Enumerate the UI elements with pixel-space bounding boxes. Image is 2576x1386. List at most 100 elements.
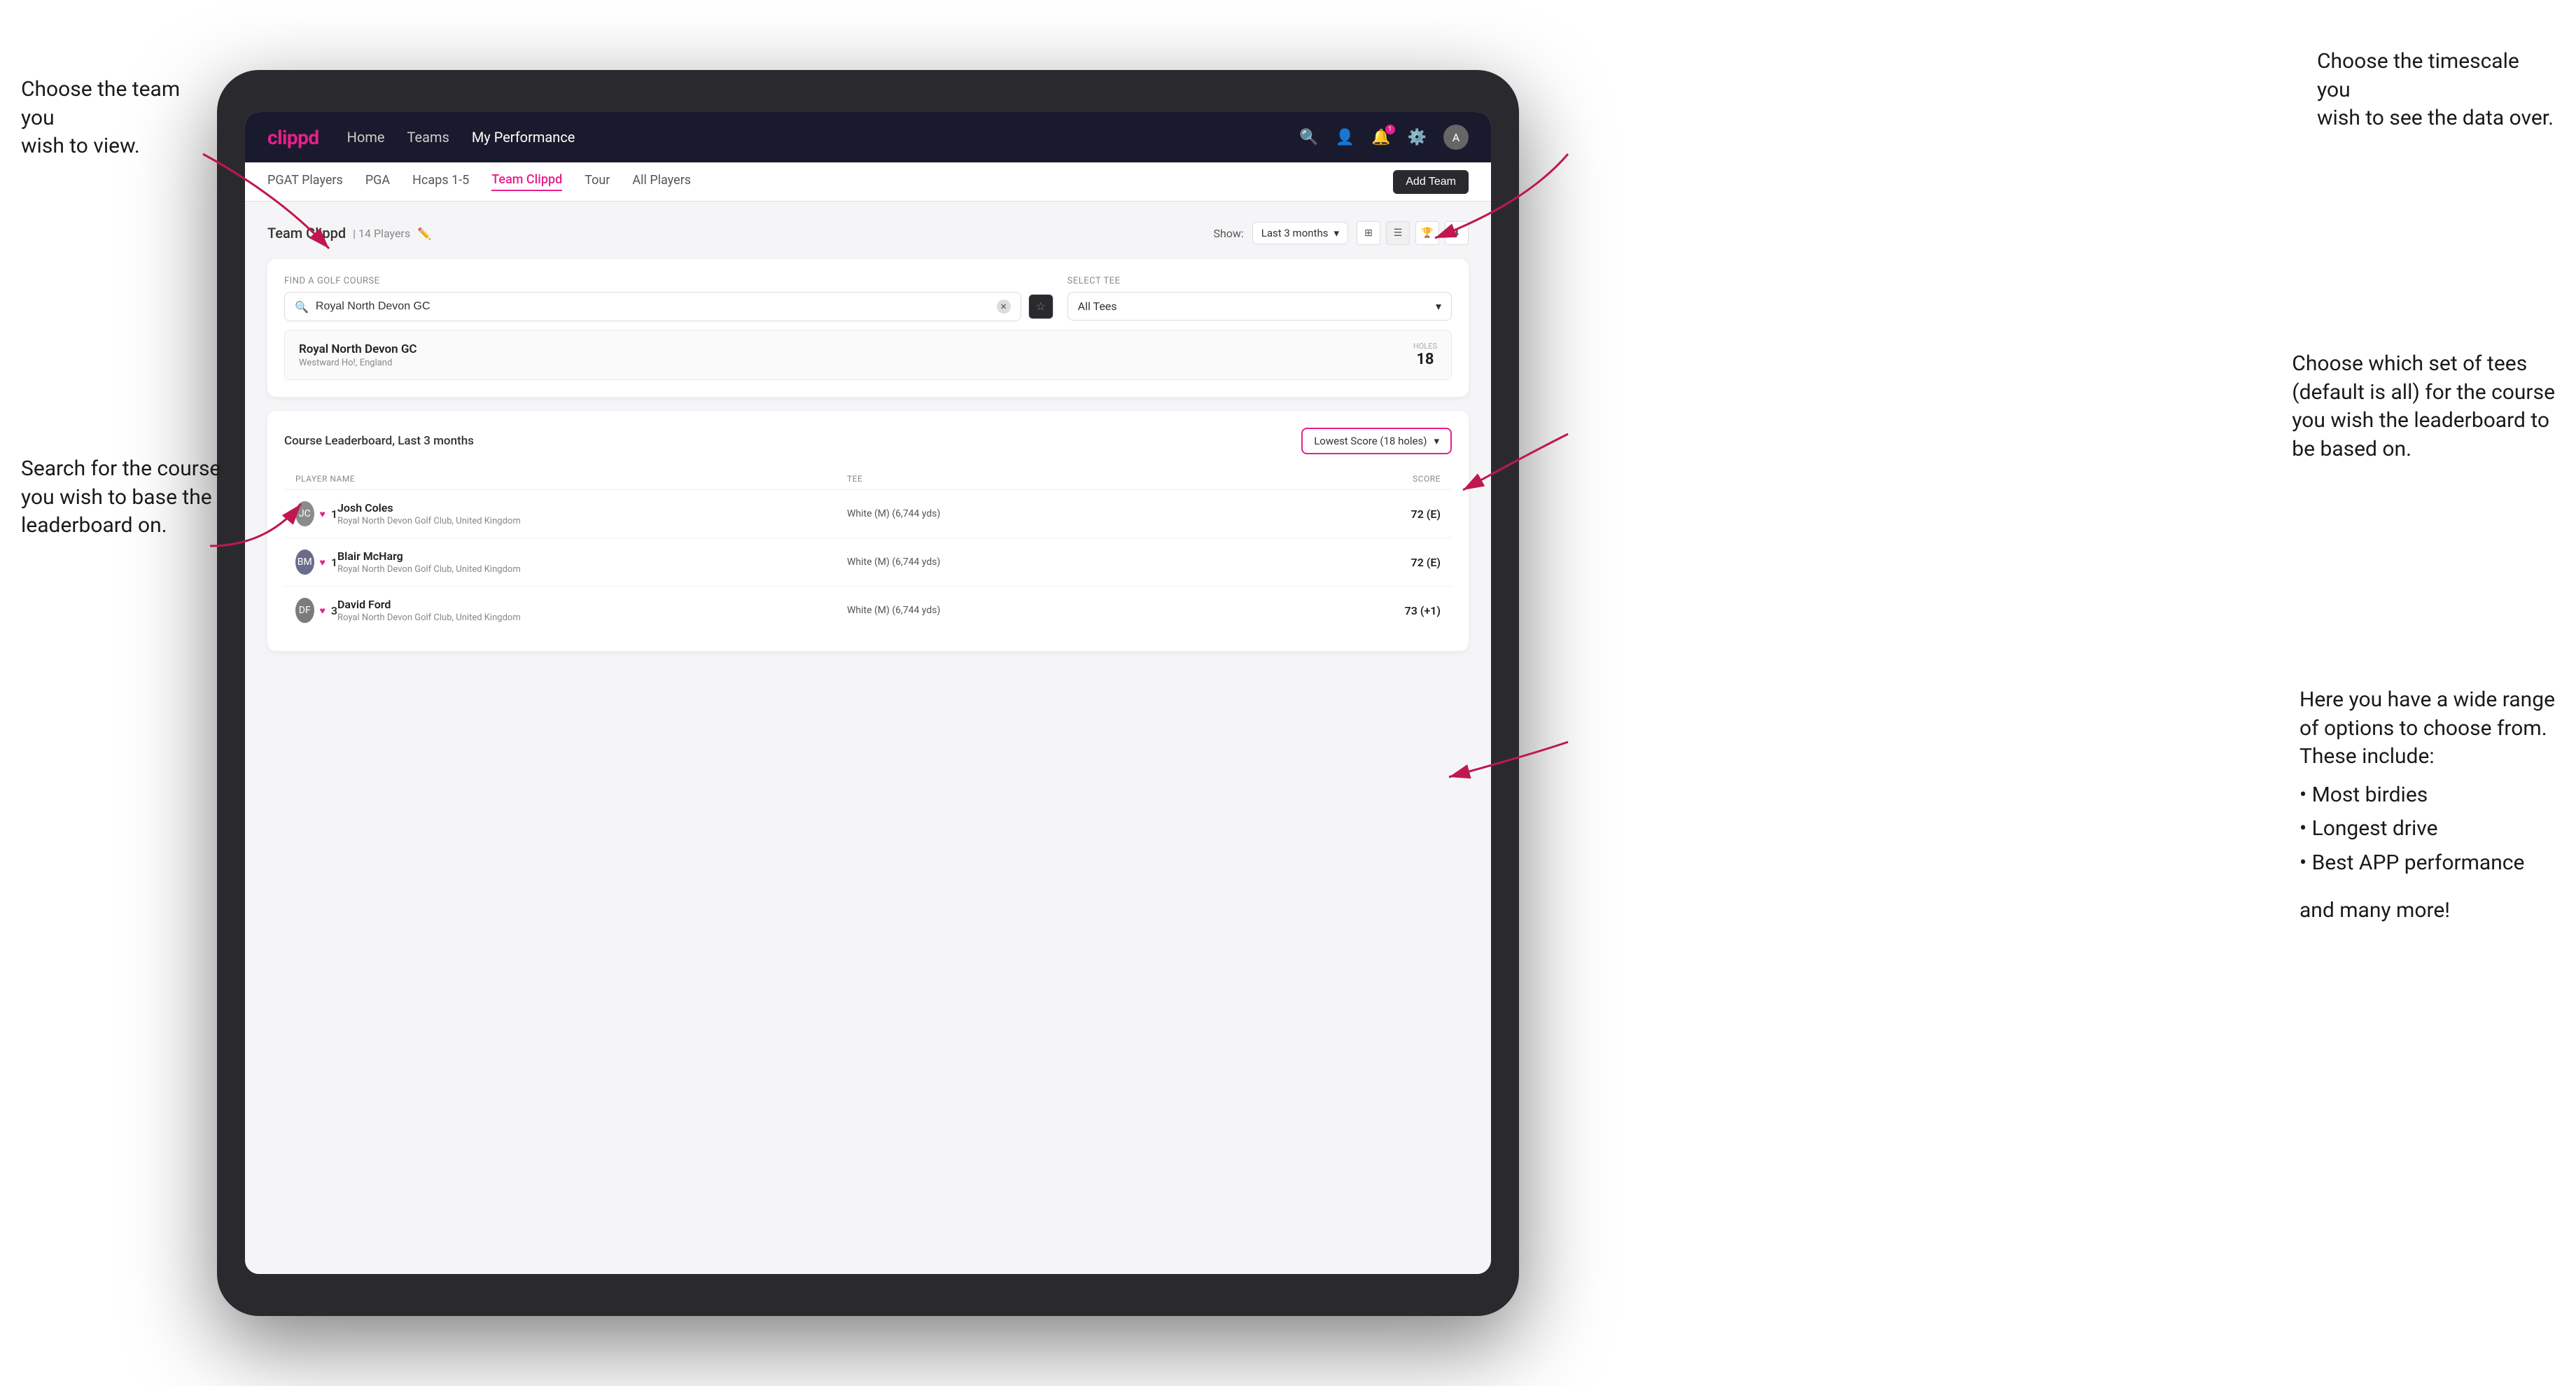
score-type-dropdown[interactable]: Lowest Score (18 holes) ▾ [1301, 428, 1452, 454]
tee-dropdown[interactable]: All Tees ▾ [1068, 292, 1452, 321]
main-content: Team Clippd | 14 Players ✏️ Show: Last 3… [245, 202, 1491, 1274]
annotation-top-left: Choose the team you wish to view. [21, 76, 217, 161]
time-filter-dropdown[interactable]: Last 3 months ▾ [1252, 222, 1348, 244]
search-icon[interactable]: 🔍 [1299, 129, 1318, 146]
leaderboard-header: Course Leaderboard, Last 3 months Lowest… [284, 428, 1452, 454]
player-details-3: David Ford Royal North Devon Golf Club, … [337, 598, 847, 623]
tee-value: All Tees [1078, 300, 1117, 313]
player-score-2: 72 (E) [1357, 556, 1441, 569]
col-player-name: PLAYER NAME [295, 474, 847, 484]
sub-nav: PGAT Players PGA Hcaps 1-5 Team Clippd T… [245, 162, 1491, 202]
holes-label: Holes [1413, 342, 1437, 351]
find-course-label: Find a Golf Course [284, 276, 1054, 286]
annotation-bottom-right: Here you have a wide range of options to… [2300, 686, 2555, 925]
player-avatar-1: JC [295, 501, 314, 526]
list-view-button[interactable]: ☰ [1386, 221, 1410, 245]
sub-nav-pga[interactable]: PGA [365, 173, 390, 190]
nav-my-performance[interactable]: My Performance [472, 129, 575, 146]
team-name: Team Clippd [267, 225, 346, 241]
nav-bar: clippd Home Teams My Performance 🔍 👤 🔔 1… [245, 112, 1491, 162]
player-rank-3: DF ♥ 3 [295, 598, 337, 623]
player-score-1: 72 (E) [1357, 507, 1441, 521]
course-search-box: 🔍 ✕ [284, 292, 1021, 321]
notification-icon[interactable]: 🔔 1 [1371, 129, 1390, 146]
nav-home[interactable]: Home [347, 129, 385, 146]
player-avatar-3: DF [295, 598, 314, 623]
player-name-1: Josh Coles [337, 501, 847, 514]
sub-nav-hcaps[interactable]: Hcaps 1-5 [412, 173, 469, 190]
heart-icon-3[interactable]: ♥ [320, 605, 326, 617]
tablet-screen: clippd Home Teams My Performance 🔍 👤 🔔 1… [245, 112, 1491, 1274]
player-club-2: Royal North Devon Golf Club, United King… [337, 564, 847, 575]
option-app: Best APP performance [2300, 846, 2555, 881]
view-icons: ⊞ ☰ 🏆 ⬇ [1357, 221, 1469, 245]
annotation-mid-left: Search for the course you wish to base t… [21, 455, 220, 540]
sub-nav-all-players[interactable]: All Players [632, 173, 691, 190]
leaderboard-table-header: PLAYER NAME TEE SCORE [284, 468, 1452, 490]
show-label: Show: [1213, 227, 1243, 240]
annotation-top-right: Choose the timescale you wish to see the… [2317, 48, 2555, 133]
heart-icon-2[interactable]: ♥ [320, 556, 326, 568]
option-drive: Longest drive [2300, 812, 2555, 846]
notification-badge: 1 [1385, 125, 1395, 134]
nav-teams[interactable]: Teams [407, 129, 449, 146]
score-option-label: Lowest Score (18 holes) [1314, 435, 1427, 447]
nav-links: Home Teams My Performance [347, 129, 575, 146]
favorite-button[interactable]: ☆ [1028, 294, 1054, 319]
sub-nav-pgat[interactable]: PGAT Players [267, 173, 343, 190]
edit-icon[interactable]: ✏️ [417, 227, 431, 240]
player-details-2: Blair McHarg Royal North Devon Golf Club… [337, 550, 847, 575]
player-score-3: 73 (+1) [1357, 604, 1441, 617]
rank-number-2: 1 [331, 556, 337, 569]
sub-nav-tour[interactable]: Tour [584, 173, 610, 190]
search-inner-icon: 🔍 [295, 300, 309, 314]
sub-nav-team-clippd[interactable]: Team Clippd [491, 172, 562, 191]
tee-select-wrap: Select Tee All Tees ▾ [1068, 276, 1452, 321]
tablet-device: clippd Home Teams My Performance 🔍 👤 🔔 1… [217, 70, 1519, 1316]
course-search-input[interactable] [316, 300, 990, 313]
settings-icon[interactable]: ⚙️ [1408, 129, 1427, 146]
player-avatar-2: BM [295, 550, 314, 575]
course-info: Royal North Devon GC Westward Ho!, Engla… [299, 342, 417, 368]
leaderboard-card: Course Leaderboard, Last 3 months Lowest… [267, 411, 1469, 651]
user-avatar[interactable]: A [1443, 125, 1469, 150]
show-controls: Show: Last 3 months ▾ ⊞ ☰ 🏆 ⬇ [1213, 221, 1469, 245]
player-details-1: Josh Coles Royal North Devon Golf Club, … [337, 501, 847, 526]
rank-number-1: 1 [331, 507, 337, 521]
download-icon[interactable]: ⬇ [1445, 221, 1469, 245]
nav-icons: 🔍 👤 🔔 1 ⚙️ A [1299, 125, 1469, 150]
player-rank-2: BM ♥ 1 [295, 550, 337, 575]
holes-number: 18 [1413, 351, 1437, 368]
table-row: BM ♥ 1 Blair McHarg Royal North Devon Go… [284, 538, 1452, 587]
team-header: Team Clippd | 14 Players ✏️ Show: Last 3… [267, 221, 1469, 245]
rank-number-3: 3 [331, 604, 337, 617]
course-location: Westward Ho!, England [299, 358, 417, 368]
player-tee-2: White (M) (6,744 yds) [847, 556, 1357, 568]
add-team-button[interactable]: Add Team [1393, 170, 1469, 194]
col-score: SCORE [1357, 474, 1441, 484]
filter-card: Find a Golf Course 🔍 ✕ ☆ Select Tee [267, 259, 1469, 397]
holes-box: Holes 18 [1413, 342, 1437, 368]
filter-row: Find a Golf Course 🔍 ✕ ☆ Select Tee [284, 276, 1452, 321]
course-result: Royal North Devon GC Westward Ho!, Engla… [284, 330, 1452, 380]
search-input-wrap: Find a Golf Course 🔍 ✕ ☆ [284, 276, 1054, 321]
trophy-icon[interactable]: 🏆 [1415, 221, 1439, 245]
course-name: Royal North Devon GC [299, 342, 417, 356]
col-tee: TEE [847, 474, 1357, 484]
tee-chevron-icon: ▾ [1436, 300, 1441, 313]
grid-view-button[interactable]: ⊞ [1357, 221, 1380, 245]
select-tee-label: Select Tee [1068, 276, 1452, 286]
table-row: JC ♥ 1 Josh Coles Royal North Devon Golf… [284, 490, 1452, 538]
options-list: Most birdies Longest drive Best APP perf… [2300, 778, 2555, 881]
heart-icon-1[interactable]: ♥ [320, 508, 326, 520]
score-chevron-icon: ▾ [1434, 435, 1439, 447]
player-rank-1: JC ♥ 1 [295, 501, 337, 526]
app-logo: clippd [267, 126, 319, 149]
chevron-down-icon: ▾ [1334, 227, 1339, 239]
player-tee-1: White (M) (6,744 yds) [847, 508, 1357, 519]
player-name-2: Blair McHarg [337, 550, 847, 563]
people-icon[interactable]: 👤 [1336, 129, 1354, 146]
team-count: | 14 Players [353, 227, 410, 240]
clear-search-button[interactable]: ✕ [997, 300, 1011, 314]
and-more-text: and many more! [2300, 897, 2555, 925]
